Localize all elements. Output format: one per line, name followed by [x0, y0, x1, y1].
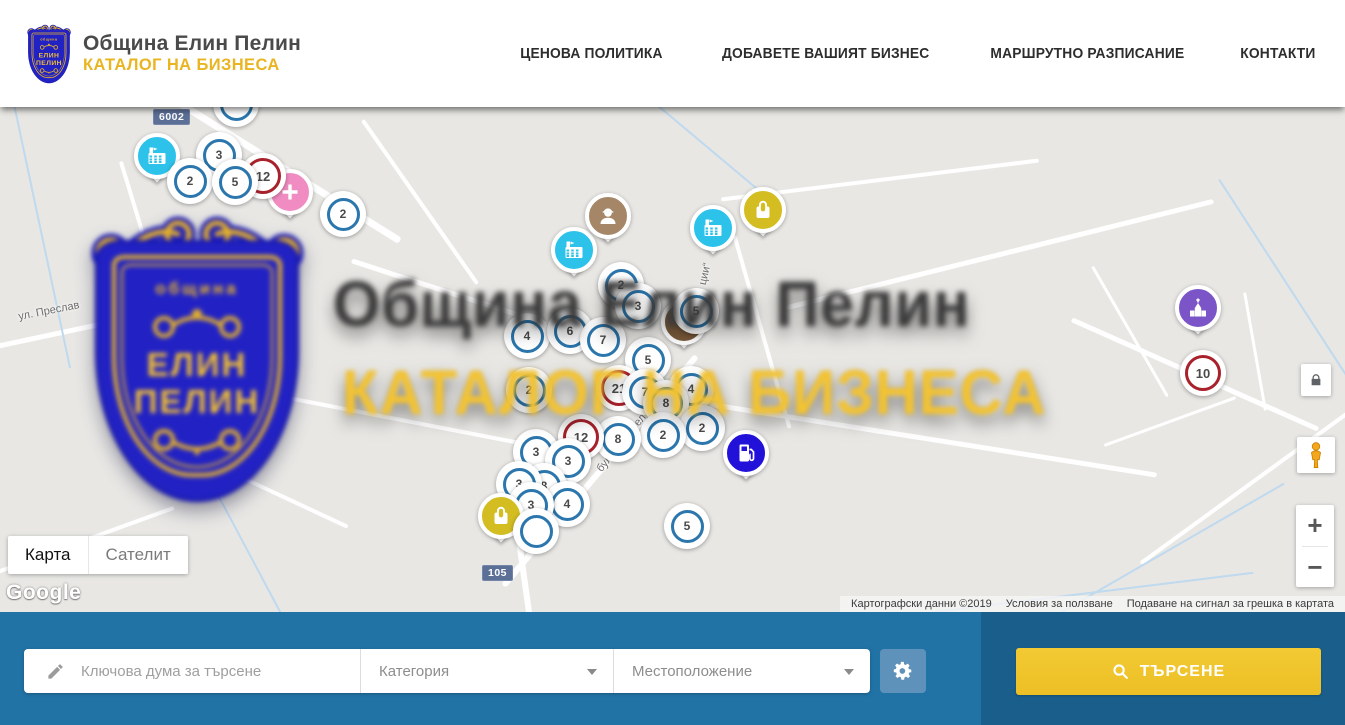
cluster-count: 8 [615, 432, 622, 446]
cluster-count: 6 [567, 324, 574, 338]
map-attribution: Картографски данни ©2019 Условия за полз… [840, 596, 1345, 612]
pegman-icon [1307, 441, 1325, 469]
category-select[interactable]: Категория [360, 649, 613, 693]
cluster-count: 2 [340, 207, 347, 221]
map-marker-cluster[interactable] [213, 107, 259, 127]
category-select-label: Категория [379, 663, 449, 680]
map-marker-cluster[interactable]: 4 [504, 313, 550, 359]
cluster-count: 8 [663, 396, 670, 410]
municipality-crest-logo: общинаЕЛИНПЕЛИН [26, 24, 73, 84]
location-select-label: Местоположение [632, 663, 752, 680]
pencil-icon [46, 662, 65, 681]
zoom-in-button[interactable]: + [1296, 505, 1334, 546]
cluster-count: 2 [699, 421, 706, 435]
location-select[interactable]: Местоположение [613, 649, 870, 693]
map-marker-cluster[interactable]: 2 [320, 191, 366, 237]
zoom-out-button[interactable]: − [1296, 547, 1334, 588]
advanced-settings-button[interactable] [880, 649, 926, 693]
nav-item-pricing[interactable]: ЦЕНОВА ПОЛИТИКА [520, 45, 662, 62]
cluster-count: 3 [533, 445, 540, 459]
search-submit-button[interactable]: ТЪРСЕНЕ [1016, 648, 1321, 695]
cluster-count: 4 [564, 497, 571, 511]
cluster-count: 5 [645, 353, 652, 367]
cluster-count: 10 [1196, 366, 1210, 381]
map-canvas[interactable]: 6002105ул. Преславбул. „Новоселции“ 3122… [0, 107, 1345, 612]
church-icon [1186, 296, 1210, 320]
cluster-count: 3 [565, 454, 572, 468]
cluster-count: 3 [635, 299, 642, 313]
cluster-count: 2 [660, 428, 667, 442]
map-marker-cluster[interactable] [513, 508, 559, 554]
keyword-field [24, 649, 360, 693]
map-type-control: Карта Сателит [8, 536, 188, 574]
nav-item-add-business[interactable]: ДОБАВЕТЕ ВАШИЯТ БИЗНЕС [722, 45, 929, 62]
search-submit-label: ТЪРСЕНЕ [1140, 663, 1225, 681]
cluster-count: 5 [693, 304, 700, 318]
map-marker-fuel[interactable] [722, 430, 770, 490]
map-marker-church[interactable] [1174, 285, 1222, 345]
bag-icon [751, 198, 775, 222]
terms-link[interactable]: Условия за ползване [999, 598, 1120, 610]
factory-icon [145, 144, 169, 168]
map-marker-cluster[interactable]: 2 [506, 367, 552, 413]
map-marker-cluster[interactable]: 2 [640, 412, 686, 458]
map-marker-cluster[interactable]: 7 [580, 317, 626, 363]
lock-icon [1309, 372, 1323, 388]
pegman-button[interactable] [1297, 437, 1335, 473]
search-bar: Категория Местоположение ТЪРСЕНЕ [0, 612, 1345, 725]
worker-icon [596, 204, 620, 228]
map-marker-cluster[interactable]: 3 [615, 283, 661, 329]
map-marker-cluster[interactable]: 2 [679, 405, 725, 451]
cluster-count: 5 [684, 519, 691, 533]
map-type-map-button[interactable]: Карта [8, 536, 88, 574]
map-marker-cluster[interactable]: 5 [664, 503, 710, 549]
gear-icon [892, 660, 914, 682]
map-marker-cluster[interactable]: 2 [167, 158, 213, 204]
main-nav: ЦЕНОВА ПОЛИТИКА ДОБАВЕТЕ ВАШИЯТ БИЗНЕС М… [514, 45, 1319, 62]
map-marker-worker[interactable] [584, 193, 632, 253]
map-type-satellite-button[interactable]: Сателит [88, 536, 188, 574]
google-logo[interactable]: Google [6, 581, 81, 605]
site-subtitle: КАТАЛОГ НА БИЗНЕСА [83, 56, 301, 75]
report-error-link[interactable]: Подаване на сигнал за грешка в картата [1120, 598, 1341, 610]
map-markers: 312252235467522174822812338343510 [0, 107, 1345, 612]
map-marker-cluster[interactable]: 10 [1180, 350, 1226, 396]
map-marker-bag[interactable] [739, 187, 787, 247]
map-marker-cluster[interactable]: 5 [673, 288, 719, 334]
header: общинаЕЛИНПЕЛИН Община Елин Пелин КАТАЛО… [0, 0, 1345, 107]
logo-text: Община Елин Пелин КАТАЛОГ НА БИЗНЕСА [83, 32, 301, 75]
cluster-count: 2 [526, 383, 533, 397]
bag-icon [489, 504, 513, 528]
nav-item-route-schedule[interactable]: МАРШРУТНО РАЗПИСАНИЕ [991, 45, 1185, 62]
attribution-copyright: Картографски данни ©2019 [844, 598, 999, 610]
cluster-count: 7 [600, 333, 607, 347]
factory-icon [562, 238, 586, 262]
keyword-input[interactable] [79, 662, 360, 681]
site-logo[interactable]: общинаЕЛИНПЕЛИН Община Елин Пелин КАТАЛО… [26, 24, 301, 84]
chevron-down-icon [844, 669, 854, 675]
cluster-count: 5 [232, 175, 239, 189]
nav-item-contacts[interactable]: КОНТАКТИ [1240, 45, 1315, 62]
chevron-down-icon [587, 669, 597, 675]
cluster-count: 4 [688, 382, 695, 396]
cluster-count: 3 [216, 148, 223, 162]
lock-button[interactable] [1301, 364, 1331, 396]
factory-icon [701, 216, 725, 240]
map-marker-cluster[interactable]: 5 [212, 159, 258, 205]
fuel-icon [734, 441, 758, 465]
map-marker-factory[interactable] [689, 205, 737, 265]
search-icon [1112, 663, 1129, 680]
site-title: Община Елин Пелин [83, 32, 301, 56]
cluster-count: 2 [187, 174, 194, 188]
search-fields: Категория Местоположение [24, 649, 870, 693]
zoom-control: + − [1296, 505, 1334, 587]
cluster-count: 4 [524, 329, 531, 343]
